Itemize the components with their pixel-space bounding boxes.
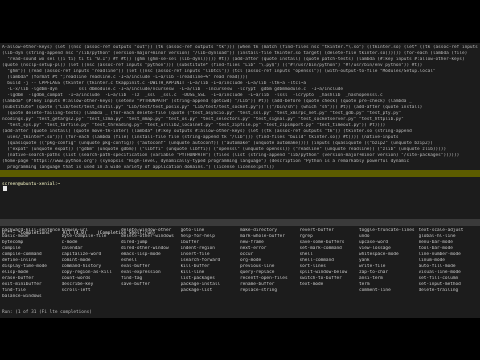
completion-item[interactable]: save-buffer (121, 282, 179, 288)
output-line: programming language that is used in a w… (2, 165, 275, 169)
echo-area: Run: (1 of 31 (Fi lte completions) (2, 310, 92, 315)
completion-column: backward-kill-sentence basic-mode bytecomp… (2, 228, 60, 300)
completion-item[interactable]: scroll-left (62, 288, 120, 294)
completion-column: browse-url byte-compile-file c-mode calenda… (62, 228, 120, 294)
minibuffer-prompt[interactable]: screen@ubuntu-xenial:~ (0, 170, 480, 187)
completion-item[interactable]: balance-windows (2, 294, 60, 300)
terminal-window[interactable]: A-allow-ether-keys) (let ((nsc (assoc-re… (0, 43, 480, 318)
completion-column: revert-buffer rgrep save-some-buffers set-m… (300, 228, 358, 288)
completion-column: text-scale-adjust global-hl-line menu-bar-… (419, 228, 477, 294)
completion-item[interactable]: text-mode (300, 282, 358, 288)
completion-column: make-directory mark-whole-buffer new-frame… (240, 228, 298, 294)
completion-item[interactable]: comment-line (359, 288, 417, 294)
completions-list: backward-kill-sentence basic-mode bytecomp… (2, 228, 478, 310)
minibuffer-text: screen@ubuntu-xenial:~ (2, 182, 61, 187)
completion-column: delete-window-other delete-other-windows d… (121, 228, 179, 288)
completion-column: goto-line help-for-help ibuffer indent-regi… (181, 228, 239, 294)
mode-line: U:**- *Completions* All (4,0) (Completio… (0, 219, 480, 236)
completion-item[interactable]: delete-trailing (419, 288, 477, 294)
text-cursor (3, 186, 7, 191)
completion-item[interactable]: replace-string (240, 288, 298, 294)
completion-item[interactable]: package-list (181, 288, 239, 294)
command-output: A-allow-ether-keys) (let ((nsc (assoc-re… (2, 45, 478, 169)
completion-column: toggle-truncate-lines undo upcase-word view… (359, 228, 417, 294)
